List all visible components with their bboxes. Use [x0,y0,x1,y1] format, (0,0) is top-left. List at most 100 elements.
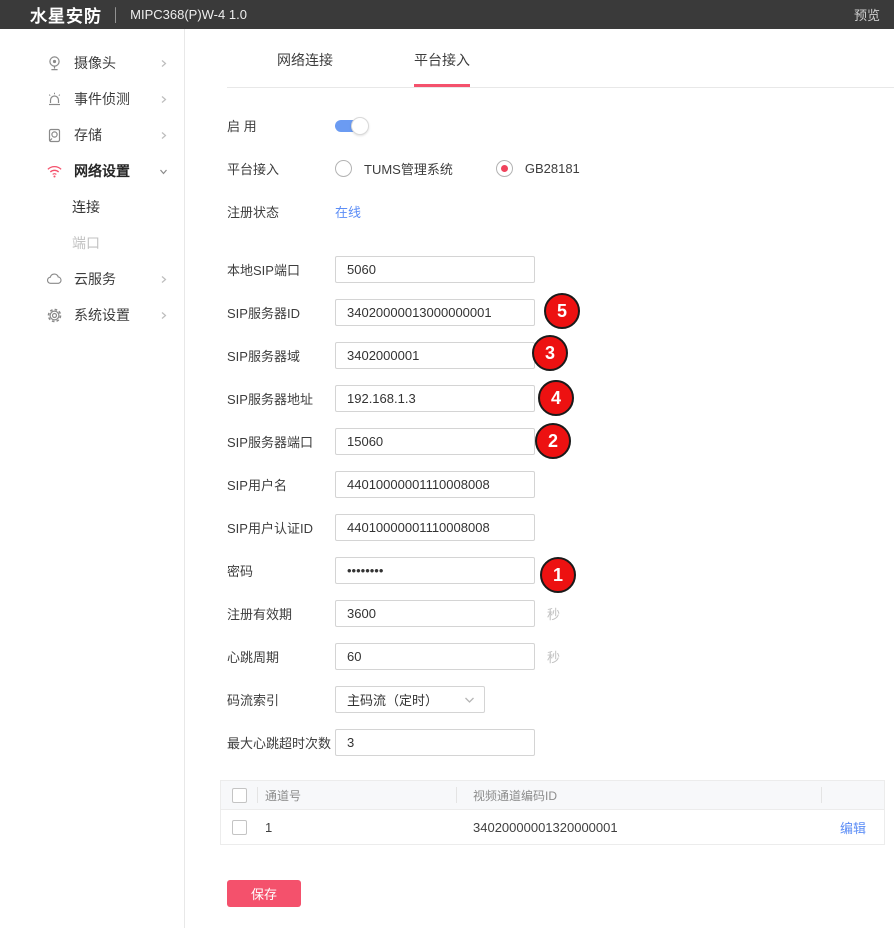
save-button[interactable]: 保存 [227,880,301,907]
chevron-down-icon [159,167,168,176]
column-header-action [822,787,884,803]
sidebar-subitem-label: 连接 [72,197,100,217]
sidebar-subitem-connection[interactable]: 连接 [0,189,184,225]
sidebar-item-system-settings[interactable]: 系统设置 [0,297,184,333]
enable-toggle[interactable] [335,117,369,135]
chevron-right-icon [159,311,168,320]
field-row-sip-auth-id: SIP用户认证ID [227,514,894,541]
edit-link[interactable]: 编辑 [840,818,866,837]
local-sip-port-input[interactable] [335,256,535,283]
step-badge: 3 [532,335,568,371]
chevron-right-icon [159,95,168,104]
password-input[interactable] [335,557,535,584]
seconds-unit: 秒 [547,647,560,666]
field-row-local-sip-port: 本地SIP端口 [227,256,894,283]
radio-gb28181-label: GB28181 [525,161,580,176]
platform-radio-group: TUMS管理系统 GB28181 [335,159,580,178]
select-all-checkbox[interactable] [232,788,247,803]
tab-network-connection[interactable]: 网络连接 [277,50,333,87]
storage-icon [46,127,63,144]
sidebar-item-network-settings[interactable]: 网络设置 [0,153,184,189]
chevron-down-icon [464,696,475,704]
field-row-stream-index: 码流索引 主码流（定时） [227,686,894,713]
column-header-video-id: 视频通道编码ID [457,787,822,803]
sip-server-domain-input[interactable] [335,342,535,369]
tab-bar: 网络连接 平台接入 [227,29,894,88]
step-badge: 5 [544,293,580,329]
field-row-sip-username: SIP用户名 [227,471,894,498]
sidebar-item-label: 系统设置 [74,305,130,325]
main-content: 网络连接 平台接入 启 用 平台接入 TUMS管理系统 GB28181 [185,29,894,928]
sidebar-item-camera[interactable]: 摄像头 [0,45,184,81]
sip-username-input[interactable] [335,471,535,498]
stream-index-select[interactable]: 主码流（定时） [335,686,485,713]
field-row-register-validity: 注册有效期 秒 [227,600,894,627]
stream-index-value: 主码流（定时） [347,690,438,709]
sip-server-id-input[interactable] [335,299,535,326]
gear-icon [46,307,63,324]
sidebar: 摄像头 事件侦测 存储 [0,29,185,928]
alarm-icon [46,91,63,108]
toggle-knob [351,117,369,135]
field-label: 码流索引 [227,690,335,709]
seconds-unit: 秒 [547,604,560,623]
register-validity-input[interactable] [335,600,535,627]
heartbeat-period-input[interactable] [335,643,535,670]
field-row-max-heartbeat-timeout: 最大心跳超时次数 [227,729,894,756]
topbar: 水星安防 │ MIPC368(P)W-4 1.0 预览 [0,0,894,29]
field-row-sip-server-id: SIP服务器ID 5 [227,299,894,326]
field-label: SIP服务器端口 [227,432,335,451]
brand-logo: 水星安防 [30,2,102,27]
step-badge: 1 [540,557,576,593]
sidebar-item-cloud-service[interactable]: 云服务 [0,261,184,297]
field-row-heartbeat-period: 心跳周期 秒 [227,643,894,670]
field-row-sip-server-port: SIP服务器端口 2 [227,428,894,455]
camera-icon [46,55,63,72]
preview-link[interactable]: 预览 [854,5,880,24]
sidebar-subitem-label: 端口 [72,233,100,253]
field-label: 最大心跳超时次数 [227,733,335,752]
row-checkbox[interactable] [232,820,247,835]
sidebar-item-label: 云服务 [74,269,116,289]
enable-row: 启 用 [227,112,894,139]
field-label: 密码 [227,561,335,580]
device-model: MIPC368(P)W-4 1.0 [130,7,247,22]
channel-table: 通道号 视频通道编码ID 1 34020000001320000001 编辑 [220,780,885,845]
radio-tums-label: TUMS管理系统 [364,159,453,178]
platform-label: 平台接入 [227,159,335,178]
status-label: 注册状态 [227,202,335,221]
sidebar-item-event-detection[interactable]: 事件侦测 [0,81,184,117]
field-row-sip-server-domain: SIP服务器域 3 [227,342,894,369]
sip-server-port-input[interactable] [335,428,535,455]
platform-access-form: 启 用 平台接入 TUMS管理系统 GB28181 注册状态 在 [227,88,894,907]
chevron-right-icon [159,275,168,284]
field-label: SIP服务器地址 [227,389,335,408]
field-row-sip-server-address: SIP服务器地址 4 [227,385,894,412]
sidebar-item-label: 存储 [74,125,102,145]
sip-server-address-input[interactable] [335,385,535,412]
status-row: 注册状态 在线 [227,198,894,225]
sidebar-item-label: 摄像头 [74,53,116,73]
sidebar-item-label: 事件侦测 [74,89,130,109]
radio-tums[interactable] [335,160,352,177]
video-channel-id-cell: 34020000001320000001 [457,820,822,835]
field-label: 心跳周期 [227,647,335,666]
wifi-icon [46,163,63,180]
sidebar-item-label: 网络设置 [74,161,130,181]
field-label: 注册有效期 [227,604,335,623]
radio-gb28181[interactable] [496,160,513,177]
sip-auth-id-input[interactable] [335,514,535,541]
max-heartbeat-timeout-input[interactable] [335,729,535,756]
field-label: SIP用户认证ID [227,518,335,537]
tab-platform-access[interactable]: 平台接入 [414,50,470,87]
sidebar-subitem-port[interactable]: 端口 [0,225,184,261]
field-label: SIP用户名 [227,475,335,494]
cloud-icon [46,271,63,288]
sidebar-item-storage[interactable]: 存储 [0,117,184,153]
platform-row: 平台接入 TUMS管理系统 GB28181 [227,155,894,182]
field-label: SIP服务器ID [227,303,335,322]
field-label: SIP服务器域 [227,346,335,365]
column-header-channel: 通道号 [258,787,457,803]
table-row: 1 34020000001320000001 编辑 [221,809,884,844]
field-row-password: 密码 1 [227,557,894,584]
